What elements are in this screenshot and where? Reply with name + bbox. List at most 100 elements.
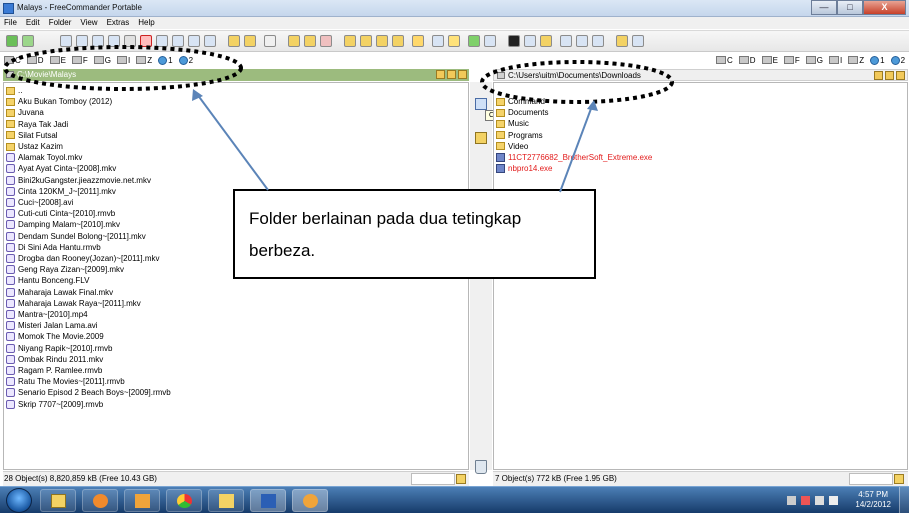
network-tray-icon[interactable] bbox=[815, 496, 824, 505]
details-view-icon[interactable] bbox=[448, 35, 460, 47]
unpack-icon[interactable] bbox=[244, 35, 256, 47]
cut-icon[interactable] bbox=[172, 35, 184, 47]
favorite-folder-icon[interactable] bbox=[344, 35, 356, 47]
folder-up-icon[interactable] bbox=[458, 70, 467, 79]
folder-tree-icon[interactable] bbox=[304, 35, 316, 47]
file-row[interactable]: Maharaja Lawak Raya~[2011].mkv bbox=[6, 298, 141, 309]
file-row[interactable]: Ratu The Movies~[2011].rmvb bbox=[6, 376, 125, 387]
drive-i-button[interactable]: I bbox=[829, 56, 842, 65]
show-hidden-icons-icon[interactable] bbox=[787, 496, 796, 505]
delete-icon[interactable] bbox=[140, 35, 152, 47]
file-row[interactable]: Drogba dan Rooney(Jozan)~[2011].mkv bbox=[6, 253, 160, 264]
start-button[interactable] bbox=[6, 488, 32, 513]
file-row[interactable]: Dendam Sundel Bolong~[2011].mkv bbox=[6, 231, 146, 242]
forward-arrow-icon[interactable] bbox=[22, 35, 34, 47]
taskbar-chrome[interactable] bbox=[166, 489, 202, 512]
pack-icon[interactable] bbox=[228, 35, 240, 47]
filter-icon[interactable] bbox=[456, 474, 466, 484]
refresh-icon[interactable] bbox=[468, 35, 480, 47]
duplicate-icon[interactable] bbox=[108, 35, 120, 47]
folder-row[interactable]: Silat Futsal bbox=[6, 130, 58, 141]
archive-folder-icon[interactable] bbox=[376, 35, 388, 47]
file-row[interactable]: Cuti-cuti Cinta~[2010].rmvb bbox=[6, 208, 115, 219]
maximize-button[interactable]: □ bbox=[837, 0, 863, 15]
file-row[interactable]: Cinta 120KM_J~[2011].mkv bbox=[6, 186, 116, 197]
drive-e-button[interactable]: E bbox=[49, 56, 66, 65]
edit-icon[interactable] bbox=[592, 35, 604, 47]
search-icon[interactable] bbox=[616, 35, 628, 47]
sync-icon[interactable] bbox=[576, 35, 588, 47]
folder-row[interactable]: Aku Bukan Tomboy (2012) bbox=[6, 96, 112, 107]
file-row[interactable]: Ayat Ayat Cinta~[2008].mkv bbox=[6, 163, 116, 174]
left-quick-filter-input[interactable] bbox=[411, 473, 455, 485]
paste-icon[interactable] bbox=[188, 35, 200, 47]
dos-box-icon[interactable] bbox=[508, 35, 520, 47]
file-row[interactable]: Misteri Jalan Lama.avi bbox=[6, 320, 98, 331]
filter-icon[interactable] bbox=[894, 474, 904, 484]
menu-file[interactable]: File bbox=[4, 17, 17, 29]
filter-icon[interactable] bbox=[412, 35, 424, 47]
parent-folder-row[interactable]: .. bbox=[6, 85, 22, 96]
right-quick-filter-input[interactable] bbox=[849, 473, 893, 485]
file-row[interactable]: nbpro14.exe bbox=[496, 163, 552, 174]
info-icon[interactable] bbox=[632, 35, 644, 47]
file-row[interactable]: Geng Raya Zizan~[2009].mkv bbox=[6, 264, 124, 275]
explorer-icon[interactable] bbox=[524, 35, 536, 47]
drive-g-button[interactable]: G bbox=[805, 56, 823, 65]
folder-new-icon[interactable] bbox=[288, 35, 300, 47]
file-row[interactable]: Skrip 7707~[2009].rmvb bbox=[6, 399, 103, 410]
folder-history-icon[interactable] bbox=[885, 71, 894, 80]
folder-history-icon[interactable] bbox=[447, 70, 456, 79]
network-2-button[interactable]: 2 bbox=[178, 55, 193, 65]
history-folder-icon[interactable] bbox=[360, 35, 372, 47]
drive-e-button[interactable]: E bbox=[761, 56, 778, 65]
file-row[interactable]: Mantra~[2010].mp4 bbox=[6, 309, 88, 320]
folder-row[interactable]: Raya Tak Jadi bbox=[6, 119, 68, 130]
file-row[interactable]: Momok The Movie.2009 bbox=[6, 331, 104, 342]
drive-i-button[interactable]: I bbox=[117, 56, 130, 65]
taskbar-word[interactable] bbox=[250, 489, 286, 512]
file-row[interactable]: Niyang Rapik~[2010].rmvb bbox=[6, 343, 113, 354]
right-path-bar[interactable]: C:\Users\uitm\Documents\Downloads bbox=[493, 69, 908, 81]
bookmark-icon[interactable] bbox=[436, 70, 445, 79]
network-2-button[interactable]: 2 bbox=[890, 55, 905, 65]
new-file-icon[interactable] bbox=[156, 35, 168, 47]
drive-c-button[interactable]: C bbox=[716, 56, 733, 65]
taskbar-media-player[interactable] bbox=[82, 489, 118, 512]
list-view-icon[interactable] bbox=[432, 35, 444, 47]
back-arrow-icon[interactable] bbox=[6, 35, 18, 47]
clipboard-icon[interactable] bbox=[204, 35, 216, 47]
ftp-folder-icon[interactable] bbox=[392, 35, 404, 47]
clock[interactable]: 4:57 PM 14/2/2012 bbox=[855, 490, 891, 510]
file-row[interactable]: Alamak Toyol.mkv bbox=[6, 152, 82, 163]
menu-view[interactable]: View bbox=[80, 17, 97, 29]
menu-extras[interactable]: Extras bbox=[107, 17, 130, 29]
show-desktop-button[interactable] bbox=[899, 487, 909, 513]
alert-icon[interactable] bbox=[801, 496, 810, 505]
drive-g-button[interactable]: G bbox=[93, 56, 111, 65]
move-button-icon[interactable] bbox=[475, 132, 487, 144]
taskbar-folder-app[interactable] bbox=[208, 489, 244, 512]
file-row[interactable]: Maharaja Lawak Final.mkv bbox=[6, 287, 113, 298]
left-path-bar[interactable]: C:\Movie\Malays bbox=[3, 69, 469, 81]
folder-row[interactable]: Documents bbox=[496, 107, 548, 118]
notepad-icon[interactable] bbox=[264, 35, 276, 47]
drive-c-button[interactable]: C bbox=[4, 56, 21, 65]
minimize-button[interactable]: — bbox=[811, 0, 837, 15]
folder-row[interactable]: Music bbox=[496, 118, 529, 129]
rename-icon[interactable] bbox=[92, 35, 104, 47]
help-icon[interactable] bbox=[320, 35, 332, 47]
file-row[interactable]: Bini2kuGangster.jieazzmovie.net.mkv bbox=[6, 175, 151, 186]
drive-d-button[interactable]: D bbox=[26, 56, 44, 65]
bookmark-icon[interactable] bbox=[874, 71, 883, 80]
compare-icon[interactable] bbox=[560, 35, 572, 47]
network-1-button[interactable]: 1 bbox=[158, 55, 173, 65]
drive-z-button[interactable]: Z bbox=[136, 56, 152, 65]
file-row[interactable]: Cuci~[2008].avi bbox=[6, 197, 73, 208]
move-icon[interactable] bbox=[76, 35, 88, 47]
swap-panels-icon[interactable] bbox=[484, 35, 496, 47]
taskbar-explorer[interactable] bbox=[40, 489, 76, 512]
network-1-button[interactable]: 1 bbox=[870, 55, 885, 65]
drive-z-button[interactable]: Z bbox=[848, 56, 864, 65]
folder-up-icon[interactable] bbox=[896, 71, 905, 80]
